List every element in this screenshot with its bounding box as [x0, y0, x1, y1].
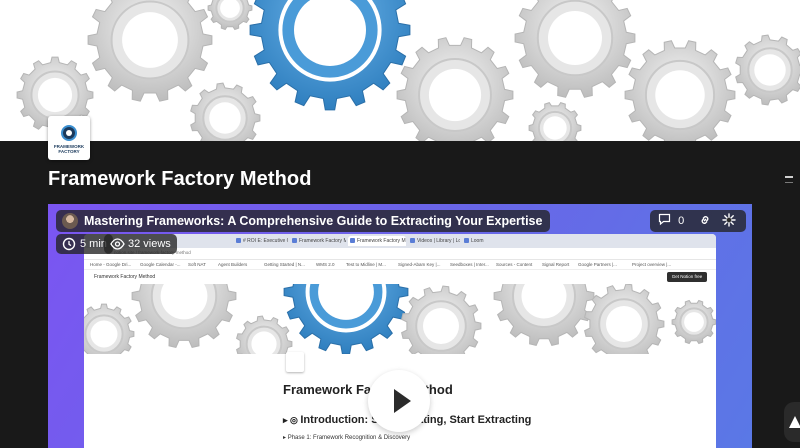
inner-toggle-item: ▸ Phase 1: Framework Recognition & Disco…: [283, 434, 410, 441]
comment-icon: [658, 213, 671, 226]
bookmark: Signed-Abam Key |...: [398, 262, 441, 267]
cover-image: [0, 0, 800, 141]
comments-count: 0: [678, 215, 685, 227]
video-title[interactable]: Mastering Frameworks: A Comprehensive Gu…: [56, 210, 551, 232]
clock-icon: [62, 237, 76, 251]
menu-icon[interactable]: [785, 176, 793, 178]
notion-breadcrumb: Framework Factory Method: [94, 274, 156, 280]
bookmark: Seedboxes | Inter...: [450, 262, 489, 267]
gear-hole: [428, 68, 482, 122]
gear-hole: [90, 320, 118, 348]
browser-urlbar: notion.site / framework-factory-method: [84, 248, 716, 260]
inner-page-icon: [286, 352, 304, 372]
gear-hole: [37, 77, 73, 113]
bookmark: Signal Report: [542, 262, 570, 267]
gear-hole: [423, 308, 459, 344]
get-notion-button: Get Notion free: [667, 272, 707, 282]
gear-hole: [548, 11, 602, 65]
views-badge: 32 views: [104, 234, 177, 254]
inner-toggle-text: Phase 1: Framework Recognition & Discove…: [287, 435, 411, 441]
browser-tabbar: # ROI E: Executive Co... Framework Facto…: [84, 234, 716, 248]
inner-gears-illustration: [84, 284, 716, 354]
gear-hole: [655, 70, 705, 120]
page-icon-logo[interactable]: FRAMEWORK FACTORY: [48, 116, 90, 160]
play-button[interactable]: [368, 370, 430, 432]
link-icon: [701, 216, 709, 224]
browser-tab: Loom: [462, 236, 492, 246]
comments-button[interactable]: 0: [658, 213, 686, 229]
gear-hole: [754, 54, 786, 86]
inner-cover-image: [84, 284, 716, 354]
gear-hole: [606, 306, 642, 342]
scroll-up-button[interactable]: [784, 402, 800, 442]
browser-tab: # ROI E: Executive Co...: [234, 236, 288, 246]
bookmark: Project overview |...: [632, 262, 672, 267]
bookmark: Soft NAT: [188, 262, 206, 267]
gear-hole: [209, 102, 241, 134]
video-controls: 0: [650, 210, 746, 232]
browser-tab: Framework Factory M...: [290, 236, 346, 246]
menu-icon-line: [785, 182, 793, 183]
views-text: 32 views: [128, 238, 171, 250]
bookmark: Test to Midline | M...: [346, 262, 386, 267]
gear-hole: [122, 12, 178, 68]
copy-link-button[interactable]: [698, 213, 714, 229]
gear-logo-icon: [61, 124, 77, 141]
ai-sparkle-button[interactable]: [722, 213, 738, 229]
video-embed[interactable]: # ROI E: Executive Co... Framework Facto…: [48, 204, 752, 448]
duration-text: 5 min: [80, 238, 107, 250]
bookmark: WMS 2.0: [316, 262, 335, 267]
gears-illustration: [16, 0, 800, 141]
bookmark: Sources - Content: [496, 262, 533, 267]
gear-hole: [543, 116, 567, 140]
bookmark: Google Partners |...: [578, 262, 617, 267]
sparkle-icon: [722, 213, 736, 227]
browser-tab-active: Framework Factory M: [348, 236, 406, 246]
bookmark: Home - Google Dri...: [90, 262, 132, 267]
avatar: [62, 213, 78, 229]
bookmark: Google Calendar -...: [140, 262, 181, 267]
notion-topbar: Framework Factory Method Get Notion free: [84, 270, 716, 284]
page-title: Framework Factory Method: [48, 168, 312, 190]
gear-hole: [684, 312, 704, 332]
eye-icon: [110, 238, 125, 250]
bookmarks-bar: Home - Google Dri... Google Calendar -..…: [84, 260, 716, 270]
bookmark: Agent Builders: [218, 262, 248, 267]
target-icon: ▸ ◎: [283, 415, 301, 425]
logo-text: FRAMEWORK FACTORY: [53, 143, 85, 154]
video-title-text: Mastering Frameworks: A Comprehensive Gu…: [84, 214, 543, 228]
browser-tab: Videos | Library | Loom: [408, 236, 460, 246]
bookmark: Getting Started | N...: [264, 262, 305, 267]
page: FRAMEWORK FACTORY Framework Factory Meth…: [0, 0, 800, 448]
